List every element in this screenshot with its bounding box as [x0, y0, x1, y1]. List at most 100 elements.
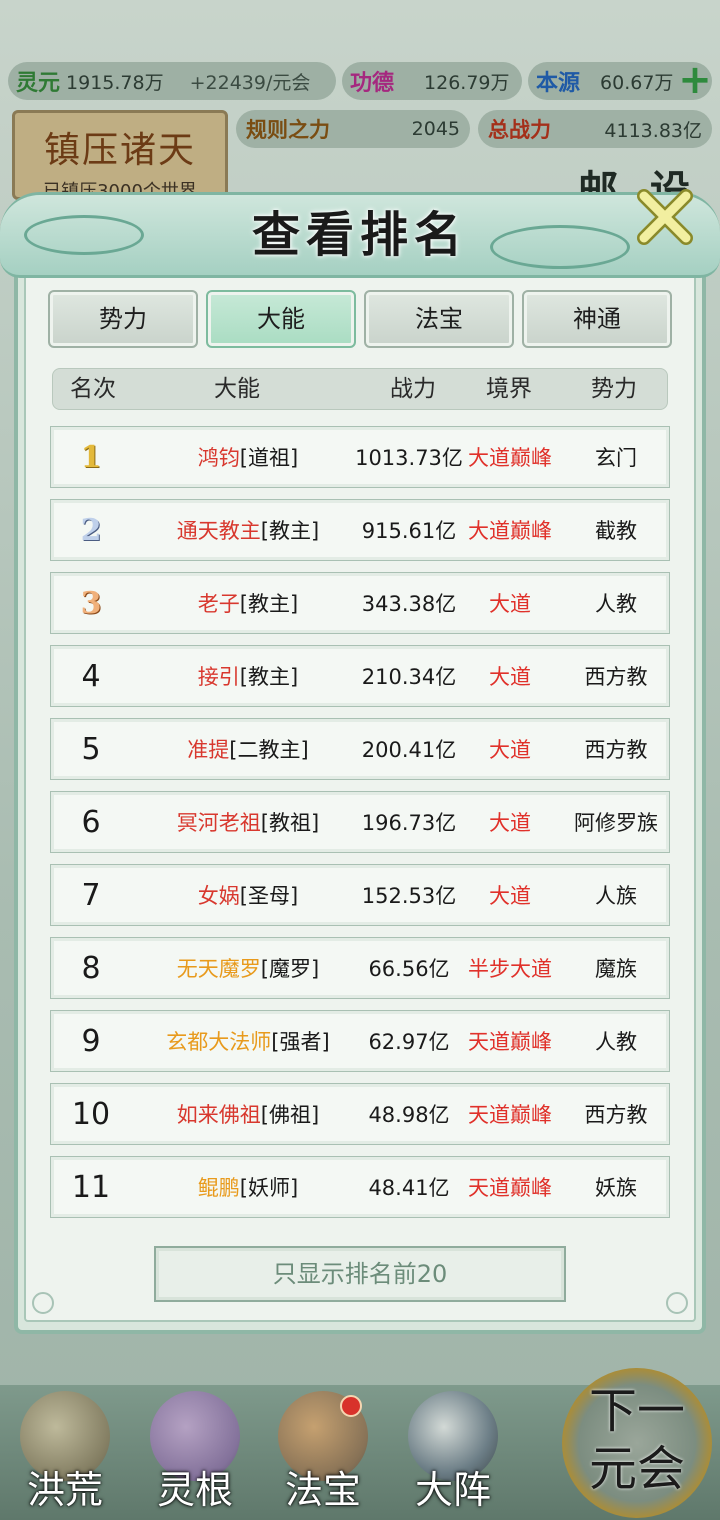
realm-value: 天道巅峰: [468, 1103, 552, 1127]
cultivator-name-text: 老子: [197, 592, 240, 616]
cultivator-name-text: 玄都大法师: [166, 1030, 272, 1054]
cultivator-title: [圣母]: [239, 884, 299, 908]
cultivator-name: 鸿钧[道祖]: [133, 427, 363, 489]
cultivator-title: [道祖]: [239, 446, 299, 470]
rank-number: 7: [81, 878, 101, 913]
faction-value: 阿修罗族: [574, 811, 658, 835]
cultivator-title: [教主]: [260, 519, 320, 543]
realm-value: 天道巅峰: [468, 1176, 552, 1200]
cultivator-name: 玄都大法师[强者]: [133, 1011, 363, 1073]
rules-power-value: 2045: [411, 118, 460, 140]
rank-number: 8: [81, 951, 101, 986]
top20-filter-button[interactable]: 只显示排名前20: [154, 1246, 566, 1302]
cultivator-name: 冥河老祖[教祖]: [133, 792, 363, 854]
faction-value: 妖族: [595, 1176, 637, 1200]
cultivator-name-text: 冥河老祖: [176, 811, 261, 835]
faction-value: 人族: [595, 884, 637, 908]
cultivator-name: 如来佛祖[佛祖]: [133, 1084, 363, 1146]
table-row[interactable]: 11 鲲鹏[妖师] 48.41亿 天道巅峰 妖族: [50, 1156, 670, 1218]
power-value: 196.73亿: [361, 811, 457, 835]
gongde-label: 功德: [350, 70, 395, 96]
power-value: 200.41亿: [361, 738, 457, 762]
cultivator-title: [二教主]: [229, 738, 309, 762]
benyuan-label: 本源: [536, 70, 581, 96]
cultivator-name-text: 鲲鹏: [197, 1176, 240, 1200]
cultivator-title: [教祖]: [260, 811, 320, 835]
nav-linggen-label: 灵根: [156, 1468, 233, 1512]
realm-value: 半步大道: [468, 957, 552, 981]
rank-number: 5: [81, 732, 101, 767]
lingyuan-resource: 灵元 1915.78万 +22439/元会: [8, 62, 336, 100]
table-row[interactable]: 5 准提[二教主] 200.41亿 大道 西方教: [50, 718, 670, 780]
cultivator-name: 无天魔罗[魔罗]: [133, 938, 363, 1000]
rules-power-stat: 规则之力 2045: [236, 110, 470, 148]
nav-linggen[interactable]: 灵根: [130, 1385, 260, 1520]
col-power: 战力: [390, 376, 436, 402]
lingyuan-value: 1915.78万: [66, 71, 164, 94]
table-row[interactable]: 4 接引[教主] 210.34亿 大道 西方教: [50, 645, 670, 707]
lingyuan-label: 灵元: [16, 70, 61, 96]
benyuan-value: 60.67万: [600, 71, 674, 94]
col-rank: 名次: [70, 376, 116, 402]
rank-number: 6: [81, 805, 101, 840]
faction-value: 魔族: [595, 957, 637, 981]
faction-value: 西方教: [584, 665, 648, 689]
gongde-value: 126.79万: [424, 71, 510, 94]
cultivator-title: [妖师]: [239, 1176, 299, 1200]
total-power-stat: 总战力 4113.83亿: [478, 110, 712, 148]
add-resource-icon[interactable]: +: [678, 60, 712, 100]
tab-shili[interactable]: 势力: [48, 290, 198, 348]
tab-fabao[interactable]: 法宝: [364, 290, 514, 348]
rank-number: 11: [71, 1170, 111, 1205]
faction-value: 西方教: [584, 1103, 648, 1127]
power-value: 210.34亿: [361, 665, 457, 689]
rank-number: 3: [80, 586, 102, 621]
cultivator-name-text: 准提: [187, 738, 230, 762]
suppress-worlds-panel[interactable]: 镇压诸天 已镇压3000个世界: [12, 110, 228, 202]
lingyuan-rate: +22439/元会: [189, 71, 311, 94]
seal-title: 镇压诸天: [43, 130, 196, 171]
rank-number: 4: [81, 659, 101, 694]
cultivator-name-text: 无天魔罗: [176, 957, 261, 981]
tab-daneng[interactable]: 大能: [206, 290, 356, 348]
faction-value: 人教: [595, 592, 637, 616]
close-button[interactable]: [634, 186, 696, 248]
power-value: 1013.73亿: [355, 446, 463, 470]
corner-ornament: [32, 1292, 54, 1314]
table-row[interactable]: 7 女娲[圣母] 152.53亿 大道 人族: [50, 864, 670, 926]
table-row[interactable]: 3 老子[教主] 343.38亿 大道 人教: [50, 572, 670, 634]
table-row[interactable]: 1 鸿钧[道祖] 1013.73亿 大道巅峰 玄门: [50, 426, 670, 488]
table-row[interactable]: 8 无天魔罗[魔罗] 66.56亿 半步大道 魔族: [50, 937, 670, 999]
table-row[interactable]: 6 冥河老祖[教祖] 196.73亿 大道 阿修罗族: [50, 791, 670, 853]
col-realm: 境界: [486, 376, 532, 402]
nav-fabao-label: 法宝: [284, 1468, 361, 1512]
power-value: 48.98亿: [368, 1103, 450, 1127]
corner-ornament: [666, 1292, 688, 1314]
next-era-label: 下一元会: [588, 1383, 685, 1497]
nav-dazhen[interactable]: 大阵: [388, 1385, 518, 1520]
cultivator-name: 接引[教主]: [133, 646, 363, 708]
nav-fabao[interactable]: 法宝: [258, 1385, 388, 1520]
modal-title: 查看排名: [251, 207, 468, 263]
rank-number: 9: [81, 1024, 101, 1059]
rules-power-label: 规则之力: [246, 117, 330, 142]
next-era-button[interactable]: 下一元会: [562, 1368, 712, 1518]
nav-honghuang[interactable]: 洪荒: [0, 1385, 130, 1520]
nav-dazhen-label: 大阵: [414, 1468, 491, 1512]
cultivator-name-text: 女娲: [197, 884, 240, 908]
tab-shentong[interactable]: 神通: [522, 290, 672, 348]
cultivator-title: [魔罗]: [260, 957, 320, 981]
realm-value: 天道巅峰: [468, 1030, 552, 1054]
notification-dot: [340, 1395, 362, 1417]
cultivator-title: [佛祖]: [260, 1103, 320, 1127]
table-row[interactable]: 9 玄都大法师[强者] 62.97亿 天道巅峰 人教: [50, 1010, 670, 1072]
close-icon: [637, 189, 693, 245]
table-row[interactable]: 10 如来佛祖[佛祖] 48.98亿 天道巅峰 西方教: [50, 1083, 670, 1145]
realm-value: 大道: [489, 592, 531, 616]
realm-value: 大道巅峰: [468, 519, 552, 543]
total-power-label: 总战力: [488, 117, 551, 142]
power-value: 48.41亿: [368, 1176, 450, 1200]
faction-value: 西方教: [584, 738, 648, 762]
table-row[interactable]: 2 通天教主[教主] 915.61亿 大道巅峰 截教: [50, 499, 670, 561]
power-value: 62.97亿: [368, 1030, 450, 1054]
